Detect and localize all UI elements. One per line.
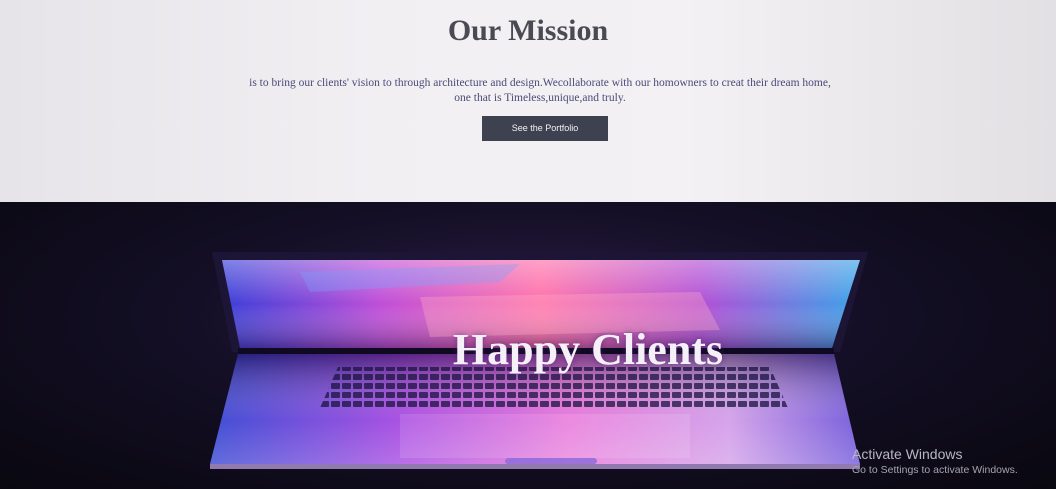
activate-windows-watermark: Activate Windows Go to Settings to activ…	[852, 446, 1018, 478]
mission-description: is to bring our clients' vision to throu…	[249, 77, 831, 104]
mission-title: Our Mission	[447, 14, 609, 47]
mission-section: Our Mission is to bring our clients' vis…	[0, 0, 1056, 202]
watermark-subtitle: Go to Settings to activate Windows.	[852, 464, 1018, 476]
see-portfolio-button[interactable]: See the Portfolio	[482, 116, 608, 141]
happy-clients-title: Happy Clients	[452, 325, 724, 374]
watermark-title: Activate Windows	[852, 446, 963, 462]
